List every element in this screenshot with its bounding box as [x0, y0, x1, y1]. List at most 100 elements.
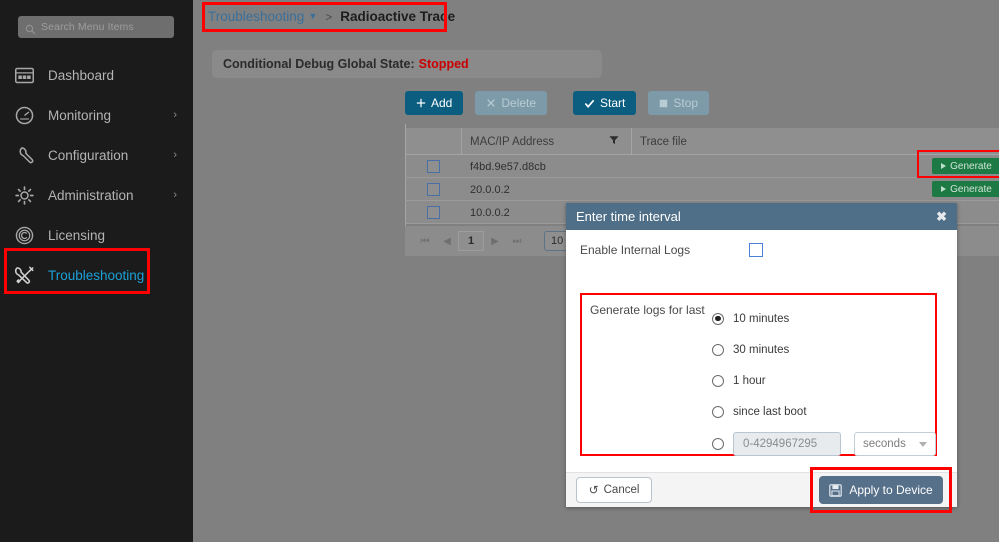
generate-button-label: Generate [950, 183, 992, 195]
play-icon [941, 186, 947, 192]
page-size-value: 10 [551, 235, 564, 247]
save-icon [829, 483, 843, 497]
chevron-right-icon: › [173, 109, 177, 121]
radio-label: since last boot [733, 405, 807, 418]
table-row[interactable]: 20.0.0.2 Generate [405, 178, 999, 201]
apply-to-device-button[interactable]: Apply to Device [819, 476, 943, 504]
radio-options: 10 minutes 30 minutes 1 hour since last … [712, 303, 936, 461]
last-page-button[interactable]: ⏭ [506, 236, 528, 247]
radio-icon[interactable] [712, 438, 724, 450]
generate-button[interactable]: Generate [932, 158, 999, 174]
dialog-footer: ↺ Cancel Apply to Device [566, 467, 957, 513]
row-checkbox-cell[interactable] [405, 159, 461, 173]
search-placeholder: Search Menu Items [41, 21, 134, 33]
sidebar-item-label: Licensing [48, 227, 106, 243]
chevron-down-icon [919, 441, 927, 447]
radio-icon[interactable] [712, 374, 724, 387]
row-checkbox-cell[interactable] [405, 182, 461, 196]
sidebar-nav: Dashboard Monitoring › Configuration › A… [0, 55, 193, 295]
radio-label: 30 minutes [733, 343, 790, 356]
duration-unit-value: seconds [863, 438, 906, 450]
delete-button[interactable]: Delete [475, 91, 548, 115]
enable-internal-logs-row: Enable Internal Logs [580, 243, 764, 257]
first-page-button[interactable]: ⏮ [414, 236, 436, 247]
action-toolbar: Add Delete Start Stop [405, 91, 710, 115]
gear-icon [13, 184, 36, 207]
sidebar-item-label: Administration [48, 187, 134, 203]
column-header-label: MAC/IP Address [470, 136, 555, 148]
radio-option-30-minutes[interactable]: 30 minutes [712, 334, 936, 365]
filter-icon[interactable] [609, 132, 619, 150]
start-button[interactable]: Start [573, 91, 637, 115]
table-row[interactable]: f4bd.9e57.d8cb Generate [405, 155, 999, 178]
copyright-icon [13, 224, 36, 247]
sidebar-item-label: Monitoring [48, 107, 112, 123]
wrench-icon [13, 144, 36, 167]
time-interval-dialog: Enter time interval ✖ Enable Internal Lo… [566, 203, 957, 513]
dashboard-icon [13, 64, 36, 87]
column-header-trace-file: Trace file [631, 128, 914, 154]
sidebar-item-troubleshooting[interactable]: Troubleshooting [0, 255, 193, 295]
sidebar-item-administration[interactable]: Administration › [0, 175, 193, 215]
row-checkbox[interactable] [426, 159, 440, 173]
dialog-body: Enable Internal Logs Generate logs for l… [566, 230, 957, 472]
delete-button-label: Delete [501, 96, 537, 110]
radio-icon[interactable] [712, 343, 724, 356]
next-page-button[interactable]: ▶ [484, 236, 506, 247]
sidebar-item-configuration[interactable]: Configuration › [0, 135, 193, 175]
stop-square-icon [659, 99, 668, 108]
generate-logs-radio-group: Generate logs for last 10 minutes 30 min… [580, 293, 937, 456]
search-icon [25, 22, 36, 34]
stop-button[interactable]: Stop [648, 91, 710, 115]
sidebar-item-monitoring[interactable]: Monitoring › [0, 95, 193, 135]
sidebar-item-label: Troubleshooting [48, 267, 145, 283]
radio-option-1-hour[interactable]: 1 hour [712, 365, 936, 396]
dialog-title: Enter time interval [576, 209, 681, 224]
cancel-button[interactable]: ↺ Cancel [576, 477, 652, 503]
cell-mac-ip: 20.0.0.2 [461, 180, 631, 198]
duration-unit-select[interactable]: seconds [854, 432, 936, 456]
sidebar-item-licensing[interactable]: Licensing [0, 215, 193, 255]
close-icon [486, 98, 496, 108]
radio-icon[interactable] [712, 312, 724, 325]
radio-option-custom[interactable]: 0-4294967295 seconds [712, 427, 936, 461]
radio-option-10-minutes[interactable]: 10 minutes [712, 303, 936, 334]
search-input[interactable]: Search Menu Items [18, 16, 174, 38]
add-button[interactable]: Add [405, 91, 464, 115]
status-bar: Conditional Debug Global State: Stopped [212, 50, 602, 78]
row-checkbox[interactable] [426, 182, 440, 196]
row-checkbox[interactable] [426, 205, 440, 219]
sidebar-item-dashboard[interactable]: Dashboard [0, 55, 193, 95]
current-page[interactable]: 1 [458, 231, 484, 251]
dialog-header: Enter time interval ✖ [566, 203, 957, 230]
prev-page-button[interactable]: ◀ [436, 236, 458, 247]
enable-internal-logs-label: Enable Internal Logs [580, 243, 691, 257]
breadcrumb-separator: > [325, 9, 333, 24]
close-icon[interactable]: ✖ [936, 210, 947, 223]
stop-button-label: Stop [673, 96, 699, 110]
custom-duration-input[interactable]: 0-4294967295 [733, 432, 841, 456]
apply-to-device-label: Apply to Device [849, 483, 933, 497]
radio-option-since-last-boot[interactable]: since last boot [712, 396, 936, 427]
enable-internal-logs-checkbox[interactable] [749, 243, 764, 257]
plus-icon [416, 98, 426, 108]
cell-mac-ip: f4bd.9e57.d8cb [461, 157, 631, 175]
play-icon [941, 163, 947, 169]
start-button-label: Start [600, 96, 626, 110]
cell-value: 10.0.0.2 [470, 207, 510, 219]
generate-button[interactable]: Generate [932, 181, 999, 197]
sidebar-item-label: Dashboard [48, 67, 115, 83]
breadcrumb: Troubleshooting ▼ > Radioactive Trace [208, 9, 455, 24]
cell-action: Generate [914, 181, 999, 197]
chevron-right-icon: › [173, 189, 177, 201]
status-badge: Stopped [418, 57, 469, 71]
caret-down-icon[interactable]: ▼ [308, 12, 317, 21]
status-label: Conditional Debug Global State: [223, 57, 415, 71]
add-button-label: Add [431, 96, 453, 110]
radio-label: 1 hour [733, 374, 766, 387]
row-checkbox-cell[interactable] [405, 205, 461, 219]
chevron-right-icon: › [173, 149, 177, 161]
radio-icon[interactable] [712, 405, 724, 418]
breadcrumb-parent-link[interactable]: Troubleshooting [208, 9, 304, 24]
cancel-button-label: Cancel [603, 484, 640, 496]
